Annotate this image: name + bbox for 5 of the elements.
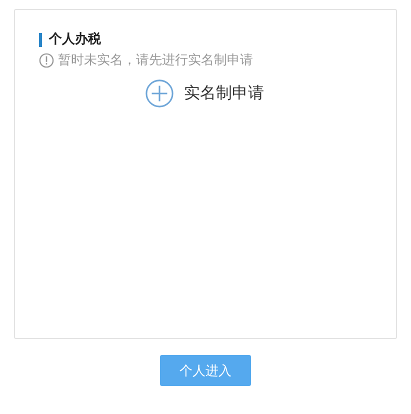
warning-icon — [39, 52, 54, 68]
apply-link[interactable]: 实名制申请 — [145, 79, 264, 108]
section-title: 个人办税 — [39, 33, 101, 47]
plus-icon — [145, 79, 174, 108]
notice-text: 暂时未实名，请先进行实名制申请 — [58, 52, 253, 69]
